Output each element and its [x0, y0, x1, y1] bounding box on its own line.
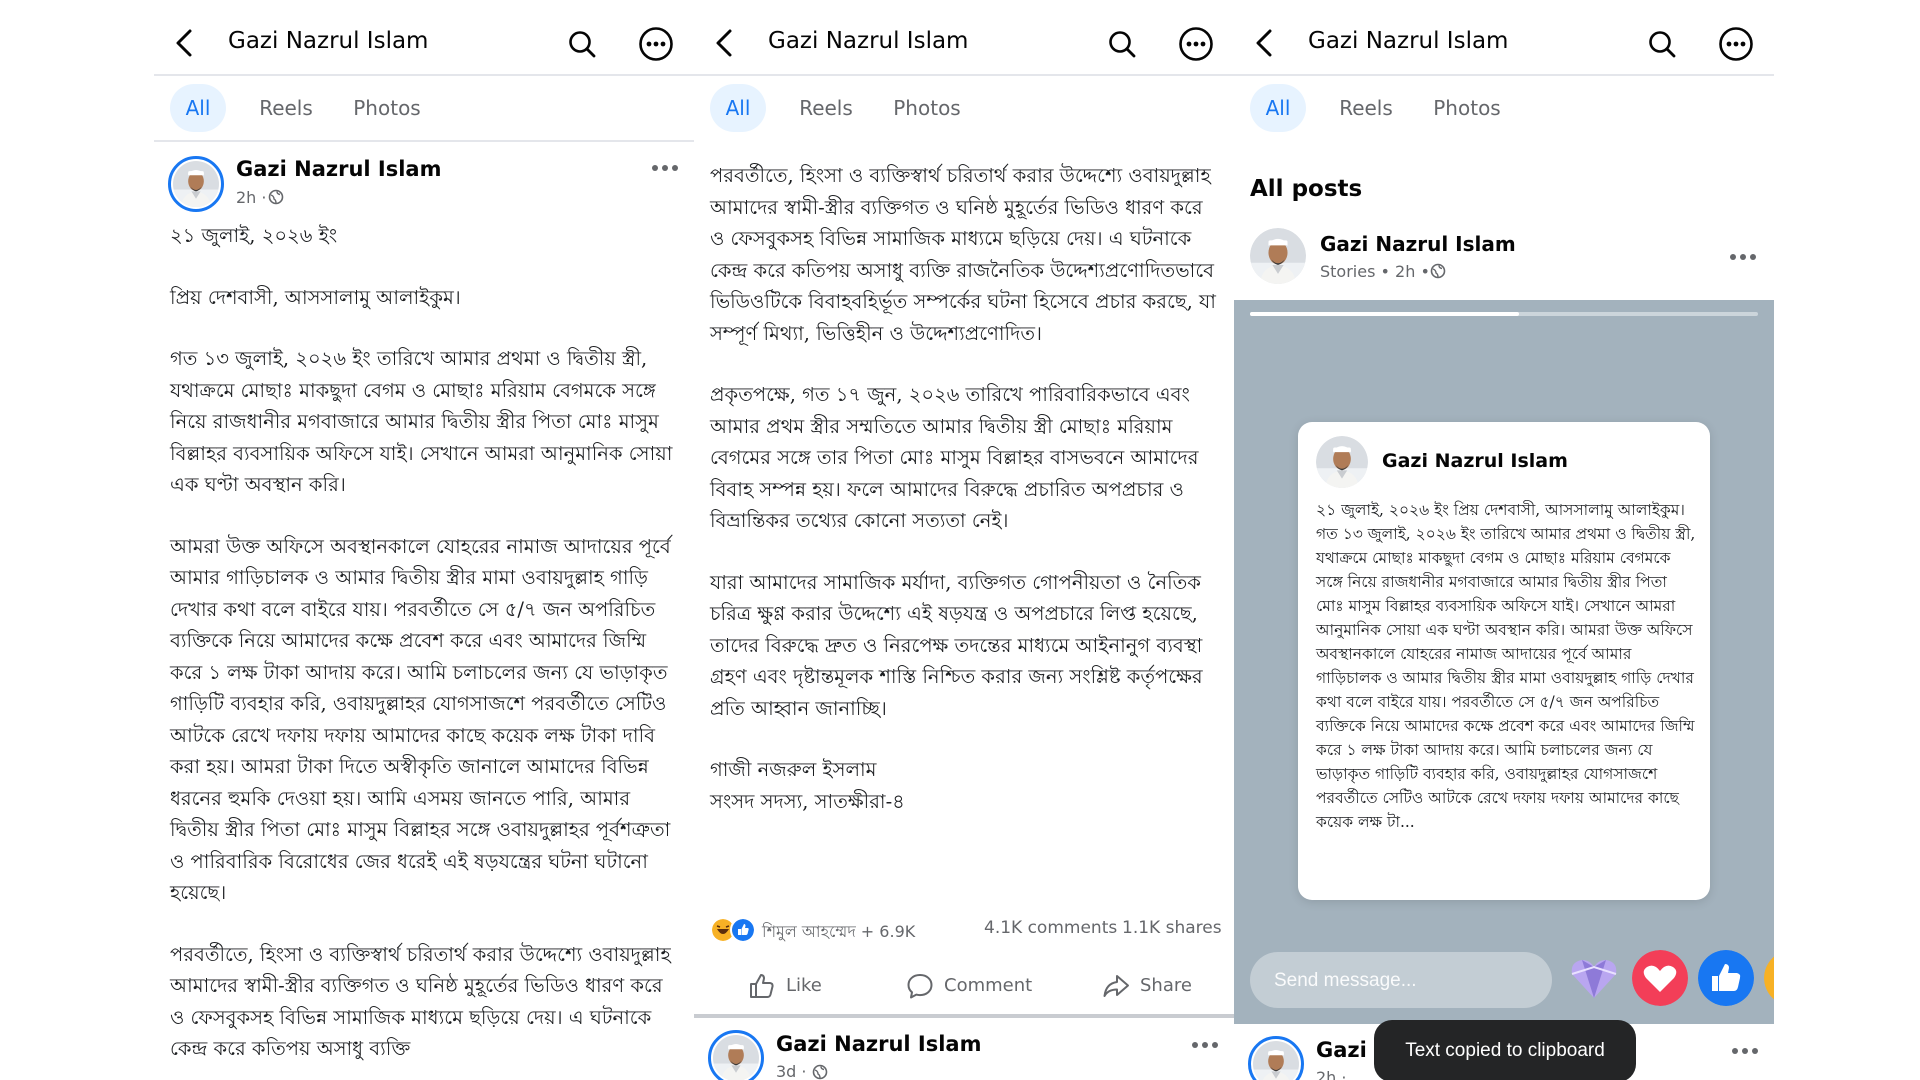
- filter-tabs: All Reels Photos: [1234, 74, 1774, 140]
- post-date: ২১ জুলাই, ২০২৬ ইং: [170, 224, 338, 247]
- gem-heart-icon[interactable]: [1566, 950, 1622, 1006]
- more-icon[interactable]: [638, 26, 674, 62]
- send-message-input[interactable]: [1272, 966, 1536, 996]
- globe-icon: [1430, 263, 1446, 279]
- search-icon[interactable]: [1646, 28, 1678, 60]
- post-paragraph: পরবর্তীতে, হিংসা ও ব্যক্তিস্বার্থ চরিতার…: [710, 164, 1216, 345]
- signature-title: সংসদ সদস্য, সাতক্ষীরা-৪: [710, 789, 905, 813]
- post-options-icon[interactable]: [1190, 1040, 1220, 1050]
- tab-all[interactable]: All: [710, 84, 766, 132]
- panel-post-continued: Gazi Nazrul Islam All Reels Photos পরবর্…: [694, 0, 1234, 1080]
- story-text-card: Gazi Nazrul Islam ২১ জুলাই, ২০২৬ ইং প্রি…: [1298, 422, 1710, 900]
- heart-icon[interactable]: [1632, 950, 1688, 1006]
- post-body: ২১ জুলাই, ২০২৬ ইং প্রিয় দেশবাসী, আসসালা…: [170, 220, 680, 1080]
- post-options-icon[interactable]: [1728, 252, 1758, 262]
- thumbs-up-icon[interactable]: [1698, 950, 1754, 1006]
- search-icon[interactable]: [566, 28, 598, 60]
- avatar[interactable]: [1248, 1036, 1304, 1080]
- more-icon[interactable]: [1718, 26, 1754, 62]
- tab-all[interactable]: All: [1250, 84, 1306, 132]
- tab-reels[interactable]: Reels: [246, 84, 326, 132]
- haha-reaction-icon[interactable]: [1764, 950, 1774, 1006]
- page-title: Gazi Nazrul Islam: [1308, 28, 1509, 54]
- tab-reels[interactable]: Reels: [1326, 84, 1406, 132]
- more-icon[interactable]: [1178, 26, 1214, 62]
- like-icon: [750, 974, 774, 998]
- like-button[interactable]: Like: [748, 972, 838, 1002]
- post-author[interactable]: Gazi Nazrul Islam: [236, 157, 442, 181]
- reaction-names: শিমুল আহম্মেদ + 6.9K: [762, 922, 916, 941]
- post-paragraph: প্রিয় দেশবাসী, আসসালামু আলাইকুম।: [170, 285, 461, 309]
- avatar: [1316, 436, 1368, 488]
- share-icon: [1103, 975, 1129, 997]
- share-button[interactable]: Share: [1102, 972, 1202, 1002]
- globe-icon: [268, 189, 284, 205]
- tab-photos[interactable]: Photos: [1420, 84, 1514, 132]
- comment-count[interactable]: 4.1K comments: [984, 918, 1117, 938]
- filter-tabs: All Reels Photos: [694, 74, 1234, 140]
- share-count[interactable]: 1.1K shares: [1122, 918, 1222, 938]
- back-arrow-icon[interactable]: [172, 28, 198, 58]
- story-progress-fill: [1250, 312, 1520, 316]
- panel-all-posts: Gazi Nazrul Islam All Reels Photos All p…: [1234, 0, 1774, 1080]
- post-paragraph: যারা আমাদের সামাজিক মর্যাদা, ব্যক্তিগত গ…: [710, 570, 1203, 720]
- page-title: Gazi Nazrul Islam: [228, 28, 429, 54]
- like-reaction-icon: [730, 917, 756, 943]
- tab-all[interactable]: All: [170, 84, 226, 132]
- top-bar: Gazi Nazrul Islam: [1234, 0, 1774, 76]
- top-bar: Gazi Nazrul Islam: [154, 0, 694, 76]
- back-arrow-icon[interactable]: [1252, 28, 1278, 58]
- tab-reels[interactable]: Reels: [786, 84, 866, 132]
- search-icon[interactable]: [1106, 28, 1138, 60]
- avatar[interactable]: [1250, 228, 1306, 284]
- like-label: Like: [786, 975, 822, 996]
- section-title: All posts: [1250, 176, 1363, 202]
- post-actions: Like Comment Share: [694, 958, 1234, 1016]
- card-text: ২১ জুলাই, ২০২৬ ইং প্রিয় দেশবাসী, আসসালা…: [1316, 501, 1696, 831]
- comment-icon: [907, 974, 933, 999]
- top-bar: Gazi Nazrul Islam: [694, 0, 1234, 76]
- card-author: Gazi Nazrul Islam: [1382, 450, 1568, 472]
- story-progress: [1250, 312, 1758, 316]
- divider: [154, 140, 694, 142]
- tab-photos[interactable]: Photos: [880, 84, 974, 132]
- panel-profile-post: Gazi Nazrul Islam All Reels Photos Gazi …: [154, 0, 694, 1080]
- comment-button[interactable]: Comment: [906, 972, 1036, 1002]
- filter-tabs: All Reels Photos: [154, 74, 694, 140]
- comment-label: Comment: [944, 975, 1033, 996]
- back-arrow-icon[interactable]: [712, 28, 738, 58]
- clipboard-toast: Text copied to clipboard: [1374, 1020, 1636, 1080]
- post-meta: Stories • 2h •: [1320, 262, 1430, 281]
- avatar[interactable]: [168, 156, 224, 212]
- send-message-box[interactable]: [1250, 952, 1552, 1008]
- post-author[interactable]: Gazi Nazrul Islam: [1320, 232, 1516, 256]
- signature-name: গাজী নজরুল ইসলাম: [710, 758, 877, 781]
- post-paragraph: প্রকৃতপক্ষে, গত ১৭ জুন, ২০২৬ তারিখে পারি…: [710, 383, 1199, 532]
- post-options-icon[interactable]: [650, 163, 680, 173]
- post-paragraph: পরবর্তীতে, হিংসা ও ব্যক্তিস্বার্থ চরিতার…: [170, 942, 671, 1061]
- post-paragraph: আমরা উক্ত অফিসে অবস্থানকালে যোহরের নামাজ…: [170, 534, 671, 905]
- share-label: Share: [1140, 975, 1192, 996]
- tab-photos[interactable]: Photos: [340, 84, 434, 132]
- post-options-icon[interactable]: [1730, 1046, 1760, 1056]
- page-title: Gazi Nazrul Islam: [768, 28, 969, 54]
- post-time: 3d ·: [776, 1062, 807, 1080]
- post-time: 2h ·: [1316, 1068, 1347, 1080]
- story-viewer[interactable]: Gazi Nazrul Islam ২১ জুলাই, ২০২৬ ইং প্রি…: [1234, 300, 1774, 1024]
- post-time: 2h ·: [236, 188, 267, 207]
- feed-divider: [694, 1014, 1234, 1018]
- post-paragraph: গত ১৩ জুলাই, ২০২৬ ইং তারিখে আমার প্রথমা …: [170, 347, 673, 496]
- globe-icon: [812, 1064, 828, 1080]
- post-author[interactable]: Gazi Nazrul Islam: [776, 1032, 982, 1056]
- post-body: পরবর্তীতে, হিংসা ও ব্যক্তিস্বার্থ চরিতার…: [710, 160, 1220, 817]
- avatar[interactable]: [708, 1030, 764, 1080]
